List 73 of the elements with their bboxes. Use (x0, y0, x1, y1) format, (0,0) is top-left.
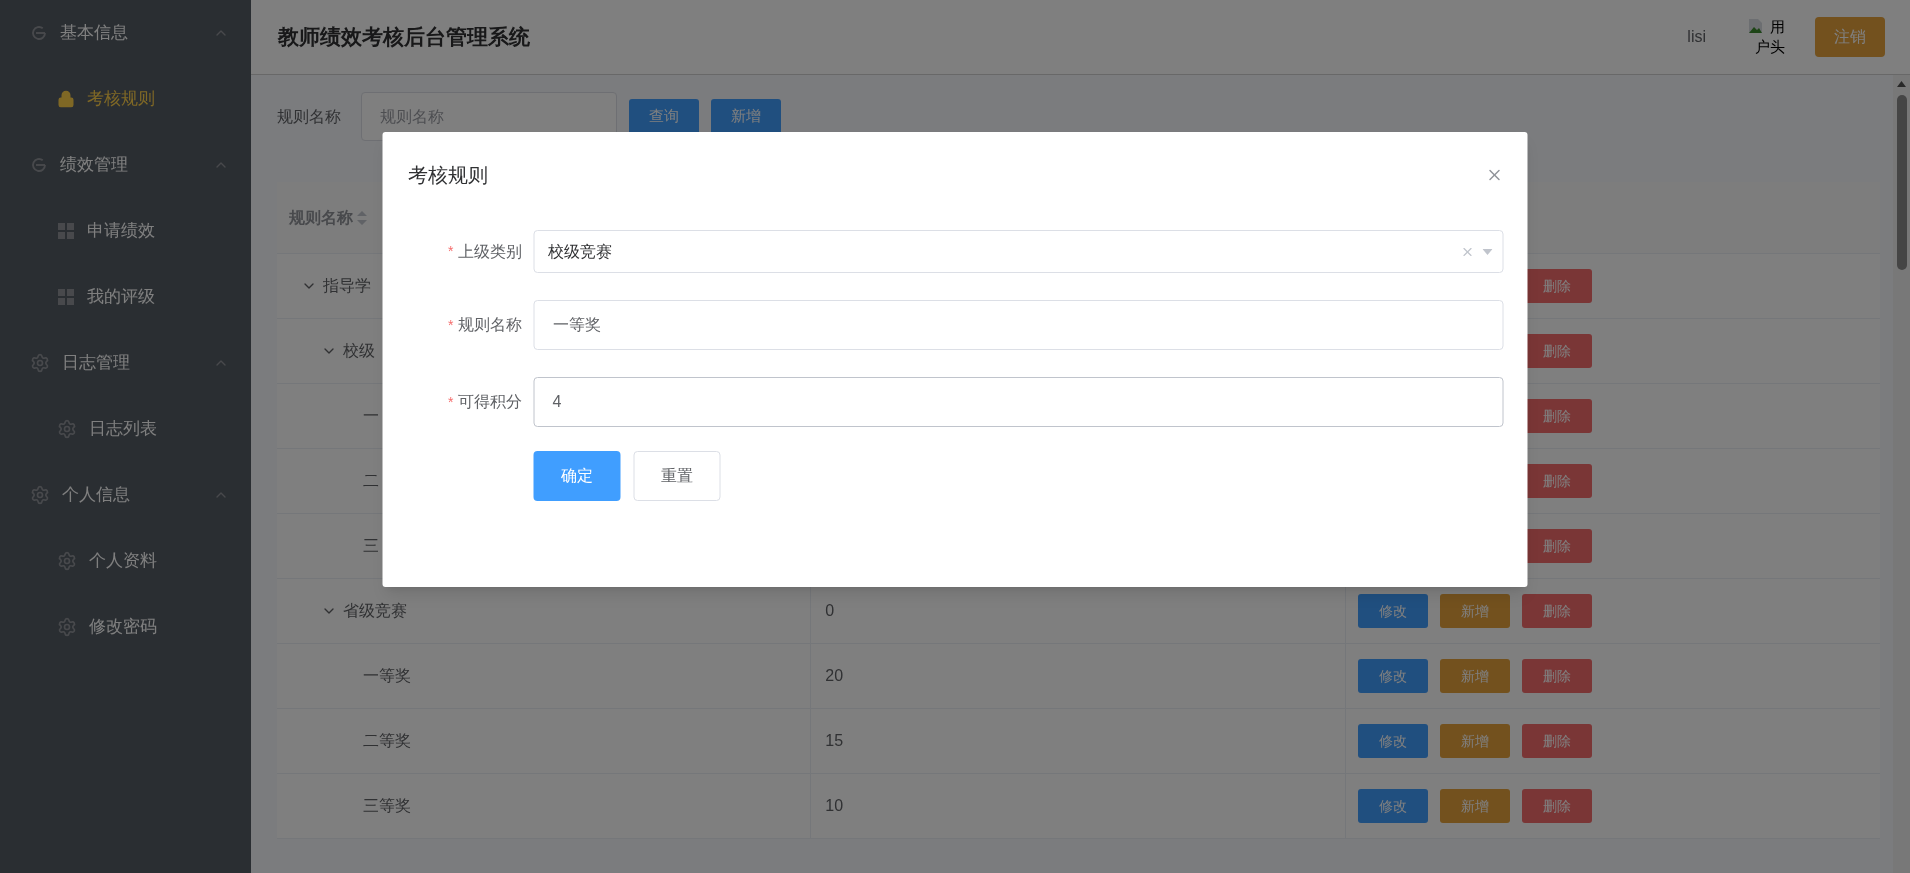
table-cell-text: 省级竞赛 (343, 601, 407, 621)
add-button[interactable]: 新增 (1439, 789, 1510, 823)
add-button[interactable]: 新增 (711, 98, 781, 135)
scroll-thumb[interactable] (1896, 95, 1907, 270)
menu-item[interactable]: 我的评级 (0, 264, 251, 330)
edit-button[interactable]: 修改 (1357, 724, 1428, 758)
menu-item[interactable]: 考核规则 (0, 66, 251, 132)
field-label: 规则名称 (457, 315, 522, 335)
app-title: 教师绩效考核后台管理系统 (278, 24, 531, 51)
settings-icon (57, 419, 77, 439)
delete-button[interactable]: 删除 (1521, 724, 1592, 758)
menu-group[interactable]: 基本信息 (0, 0, 251, 66)
refresh-icon (30, 156, 48, 174)
table-cell-text: 二等奖 (363, 731, 411, 751)
settings-icon (57, 551, 77, 571)
avatar-alt-text: 户头 (1755, 37, 1785, 57)
table-cell-text: 二 (363, 471, 379, 491)
dialog-title: 考核规则 (407, 163, 488, 188)
table-cell-text: 0 (825, 601, 835, 621)
add-button[interactable]: 新增 (1439, 659, 1510, 693)
delete-button[interactable]: 删除 (1521, 594, 1592, 628)
logout-button[interactable]: 注销 (1815, 17, 1885, 57)
add-button[interactable]: 新增 (1439, 724, 1510, 758)
menu-group-label: 绩效管理 (60, 154, 129, 177)
table-cell-text: 校级 (343, 341, 375, 361)
edit-button[interactable]: 修改 (1357, 594, 1428, 628)
menu-item[interactable]: 个人资料 (0, 528, 251, 594)
menu-item[interactable]: 申请绩效 (0, 198, 251, 264)
menu-group[interactable]: 个人信息 (0, 462, 251, 528)
menu-item[interactable]: 修改密码 (0, 594, 251, 660)
username: lisi (1687, 27, 1706, 47)
table-cell-text: 20 (825, 666, 844, 686)
table-cell-text: 一等奖 (363, 666, 411, 686)
edit-button[interactable]: 修改 (1357, 789, 1428, 823)
input-field[interactable]: 一等奖 (533, 300, 1504, 350)
table-cell-text: 指导学 (323, 276, 371, 296)
required-mark: * (448, 392, 454, 412)
settings-icon (57, 617, 77, 637)
broken-image-icon (1746, 17, 1764, 35)
menu-group[interactable]: 日志管理 (0, 330, 251, 396)
required-mark: * (448, 242, 454, 261)
delete-button[interactable]: 删除 (1521, 789, 1592, 823)
required-mark: * (448, 315, 454, 335)
menu-item[interactable]: 日志列表 (0, 396, 251, 462)
table-cell-text: 15 (825, 731, 844, 751)
grid-icon (57, 288, 75, 306)
grid-icon (57, 222, 75, 240)
edit-button[interactable]: 修改 (1357, 659, 1428, 693)
field-label: 可得积分 (457, 392, 522, 412)
search-label: 规则名称 (277, 106, 342, 127)
lock-icon (57, 90, 75, 108)
menu-group[interactable]: 绩效管理 (0, 132, 251, 198)
table-cell-text: 三 (363, 536, 379, 556)
add-button[interactable]: 新增 (1439, 594, 1510, 628)
reset-button[interactable]: 重置 (633, 451, 721, 501)
arrow-up-icon[interactable] (1897, 81, 1906, 87)
settings-icon (30, 485, 50, 505)
menu-group-label: 基本信息 (60, 22, 129, 45)
query-button[interactable]: 查询 (629, 98, 699, 135)
menu-group-label: 个人信息 (62, 484, 131, 507)
table-cell-text: 一 (363, 406, 379, 426)
menu-group-label: 日志管理 (62, 352, 131, 375)
refresh-icon (30, 24, 48, 42)
field-label: 上级类别 (457, 241, 522, 262)
select-field[interactable]: 校级竞赛 (533, 230, 1504, 273)
delete-button[interactable]: 删除 (1521, 659, 1592, 693)
settings-icon (30, 353, 50, 373)
caret-down-icon (1482, 248, 1493, 255)
avatar-alt-text: 用 (1770, 17, 1785, 37)
input-field[interactable]: 4 (533, 377, 1504, 427)
table-cell-text: 10 (825, 796, 844, 816)
table-cell-text: 三等奖 (363, 796, 411, 816)
confirm-button[interactable]: 确定 (533, 451, 621, 501)
